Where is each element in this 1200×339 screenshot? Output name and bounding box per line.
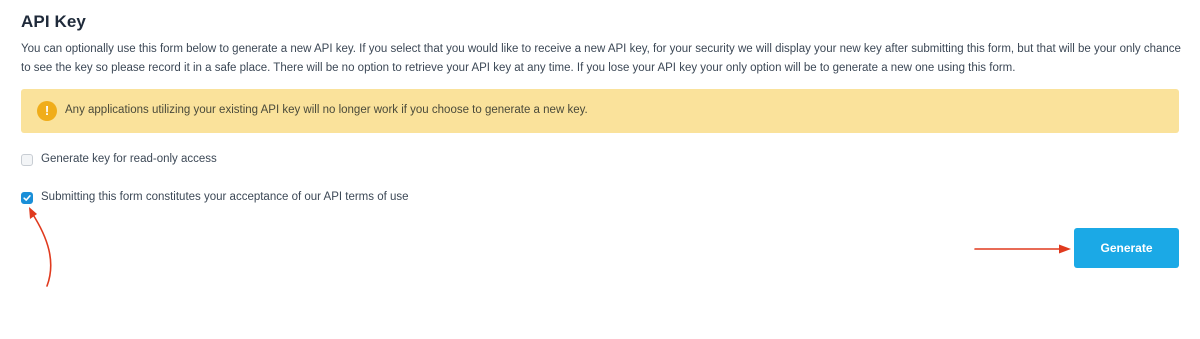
read-only-label: Generate key for read-only access (41, 153, 217, 165)
terms-checkbox[interactable] (21, 192, 33, 204)
read-only-checkbox[interactable] (21, 154, 33, 166)
terms-label: Submitting this form constitutes your ac… (41, 191, 409, 203)
alert-text: Any applications utilizing your existing… (65, 104, 588, 116)
checkbox-annotation-arrow (29, 207, 52, 287)
generate-button[interactable]: Generate (1074, 228, 1179, 268)
exclamation-icon: ! (37, 101, 57, 121)
section-title: API Key (21, 12, 86, 31)
section-description: You can optionally use this form below t… (21, 43, 1181, 74)
warning-alert: ! Any applications utilizing your existi… (21, 89, 1179, 133)
checkmark-icon (23, 195, 31, 201)
button-annotation-arrow (974, 244, 1071, 254)
